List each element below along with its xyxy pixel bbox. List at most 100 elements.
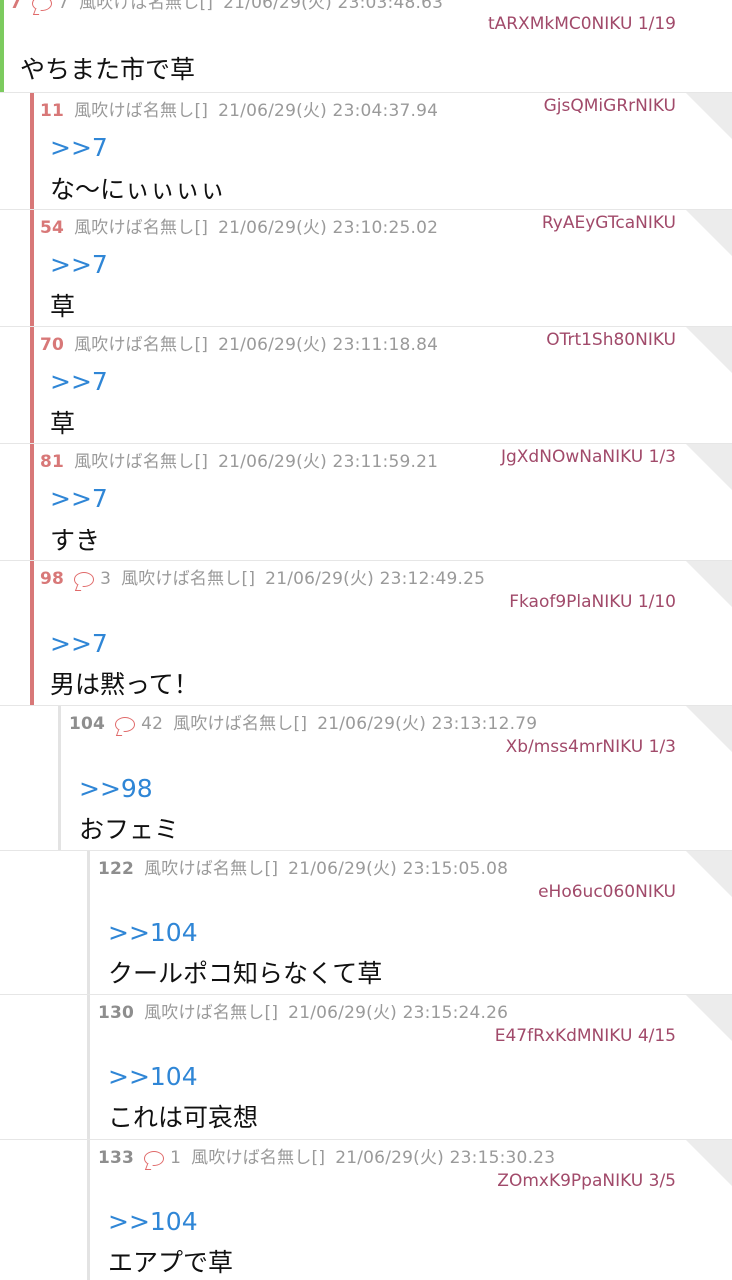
post-number[interactable]: 70 <box>40 335 64 355</box>
fold-corner <box>686 327 732 373</box>
reply-count[interactable]: 3 <box>100 569 111 589</box>
post-number[interactable]: 98 <box>40 569 64 589</box>
post-meta: 70 風吹けば名無し[] 21/06/29(火) 23:11:18.84 <box>40 330 438 355</box>
poster-name: 風吹けば名無し[] <box>144 859 279 879</box>
post-number[interactable]: 81 <box>40 452 64 472</box>
post-meta: 98 3 風吹けば名無し[] 21/06/29(火) 23:12:49.25 <box>40 564 485 589</box>
post-body: やちまた市で草 <box>20 55 196 84</box>
post-number[interactable]: 11 <box>40 101 64 121</box>
poster-name: 風吹けば名無し[] <box>74 218 209 238</box>
reply-bubble-icon[interactable] <box>74 572 95 587</box>
post-7[interactable]: 7 7 風吹けば名無し[] 21/06/29(火) 23:03:48.63 tARXM… <box>0 0 732 93</box>
post-body: 男は黙って！ <box>50 670 199 699</box>
post-body: な〜にぃぃぃぃ <box>50 175 226 204</box>
post-body: 草 <box>50 292 76 321</box>
poster-id[interactable]: JgXdNOwNaNIKU 1/3 <box>501 447 676 467</box>
post-number[interactable]: 7 <box>10 0 22 13</box>
post-date: 21/06/29(火) 23:04:37.94 <box>218 101 439 121</box>
post-meta: 11 風吹けば名無し[] 21/06/29(火) 23:04:37.94 <box>40 96 438 121</box>
reply-anchor-link[interactable]: >>7 <box>50 367 108 396</box>
poster-name: 風吹けば名無し[] <box>79 0 214 13</box>
post-date: 21/06/29(火) 23:15:24.26 <box>288 1003 509 1023</box>
post-meta: 7 7 風吹けば名無し[] 21/06/29(火) 23:03:48.63 <box>10 0 443 13</box>
fold-corner <box>686 444 732 490</box>
fold-corner <box>686 1140 732 1186</box>
post-54[interactable]: 54 風吹けば名無し[] 21/06/29(火) 23:10:25.02 RyAEy… <box>0 210 732 327</box>
poster-id[interactable]: tARXMkMC0NIKU 1/19 <box>488 14 676 34</box>
post-date: 21/06/29(火) 23:15:05.08 <box>288 859 509 879</box>
thread-view: 7 7 風吹けば名無し[] 21/06/29(火) 23:03:48.63 tARXM… <box>0 0 732 1280</box>
post-body: 草 <box>50 409 76 438</box>
reply-bubble-icon[interactable] <box>32 0 53 11</box>
reply-anchor-link[interactable]: >>104 <box>108 1062 198 1091</box>
poster-id[interactable]: E47fRxKdMNIKU 4/15 <box>495 1026 676 1046</box>
post-70[interactable]: 70 風吹けば名無し[] 21/06/29(火) 23:11:18.84 OTrt1… <box>0 327 732 444</box>
reply-bubble-icon[interactable] <box>115 717 136 732</box>
post-meta: 133 1 風吹けば名無し[] 21/06/29(火) 23:15:30.23 <box>98 1143 555 1168</box>
post-meta: 122 風吹けば名無し[] 21/06/29(火) 23:15:05.08 <box>98 854 508 879</box>
reply-anchor-link[interactable]: >>7 <box>50 629 108 658</box>
reply-anchor-link[interactable]: >>7 <box>50 133 108 162</box>
post-130[interactable]: 130 風吹けば名無し[] 21/06/29(火) 23:15:24.26 E47f… <box>0 995 732 1140</box>
fold-corner <box>686 851 732 897</box>
poster-id[interactable]: RyAEyGTcaNIKU <box>542 213 676 233</box>
poster-name: 風吹けば名無し[] <box>144 1003 279 1023</box>
poster-id[interactable]: GjsQMiGRrNIKU <box>544 96 676 116</box>
poster-id[interactable]: ZOmxK9PpaNIKU 3/5 <box>497 1171 676 1191</box>
reply-count[interactable]: 7 <box>58 0 69 13</box>
poster-id[interactable]: eHo6uc060NIKU <box>538 882 676 902</box>
post-number[interactable]: 122 <box>98 859 134 879</box>
reply-anchor-link[interactable]: >>98 <box>79 774 153 803</box>
fold-corner <box>686 706 732 752</box>
post-number[interactable]: 54 <box>40 218 64 238</box>
post-104[interactable]: 104 42 風吹けば名無し[] 21/06/29(火) 23:13:12.79 Xb… <box>0 706 732 851</box>
post-81[interactable]: 81 風吹けば名無し[] 21/06/29(火) 23:11:59.21 JgXdN… <box>0 444 732 561</box>
reply-count[interactable]: 1 <box>170 1148 181 1168</box>
post-body: おフェミ <box>79 815 180 844</box>
poster-name: 風吹けば名無し[] <box>173 714 308 734</box>
post-body: クールポコ知らなくて草 <box>108 959 383 988</box>
reply-count[interactable]: 42 <box>141 714 163 734</box>
poster-name: 風吹けば名無し[] <box>74 101 209 121</box>
post-meta: 81 風吹けば名無し[] 21/06/29(火) 23:11:59.21 <box>40 447 438 472</box>
poster-name: 風吹けば名無し[] <box>74 452 209 472</box>
post-date: 21/06/29(火) 23:03:48.63 <box>223 0 444 13</box>
poster-id[interactable]: Xb/mss4mrNIKU 1/3 <box>506 737 676 757</box>
reply-anchor-link[interactable]: >>7 <box>50 484 108 513</box>
post-body: エアプで草 <box>108 1248 234 1277</box>
post-98[interactable]: 98 3 風吹けば名無し[] 21/06/29(火) 23:12:49.25 Fkao… <box>0 561 732 706</box>
post-11[interactable]: 11 風吹けば名無し[] 21/06/29(火) 23:04:37.94 GjsQM… <box>0 93 732 210</box>
post-number[interactable]: 133 <box>98 1148 134 1168</box>
indent-bar <box>87 995 90 1139</box>
fold-corner <box>686 561 732 607</box>
fold-corner <box>686 210 732 256</box>
reply-anchor-link[interactable]: >>104 <box>108 1207 198 1236</box>
poster-id[interactable]: Fkaof9PlaNIKU 1/10 <box>509 592 676 612</box>
indent-bar <box>30 561 34 705</box>
reply-anchor-link[interactable]: >>104 <box>108 918 198 947</box>
indent-bar <box>30 210 34 326</box>
reply-bubble-icon[interactable] <box>144 1151 165 1166</box>
post-number[interactable]: 130 <box>98 1003 134 1023</box>
poster-name: 風吹けば名無し[] <box>191 1148 326 1168</box>
post-meta: 130 風吹けば名無し[] 21/06/29(火) 23:15:24.26 <box>98 998 508 1023</box>
indent-bar <box>87 1140 90 1280</box>
post-122[interactable]: 122 風吹けば名無し[] 21/06/29(火) 23:15:05.08 eHo6… <box>0 851 732 995</box>
poster-id[interactable]: OTrt1Sh80NIKU <box>546 330 676 350</box>
post-date: 21/06/29(火) 23:12:49.25 <box>265 569 486 589</box>
post-date: 21/06/29(火) 23:10:25.02 <box>218 218 439 238</box>
indent-bar <box>0 0 4 92</box>
poster-name: 風吹けば名無し[] <box>74 335 209 355</box>
post-date: 21/06/29(火) 23:11:18.84 <box>218 335 439 355</box>
reply-anchor-link[interactable]: >>7 <box>50 250 108 279</box>
post-body: すき <box>50 526 101 555</box>
post-133[interactable]: 133 1 風吹けば名無し[] 21/06/29(火) 23:15:30.23 ZOm… <box>0 1140 732 1280</box>
indent-bar <box>30 327 34 443</box>
fold-corner <box>686 995 732 1041</box>
post-body: これは可哀想 <box>108 1103 259 1132</box>
indent-bar <box>58 706 61 850</box>
indent-bar <box>30 444 34 560</box>
post-meta: 104 42 風吹けば名無し[] 21/06/29(火) 23:13:12.79 <box>69 709 537 734</box>
poster-name: 風吹けば名無し[] <box>121 569 256 589</box>
post-number[interactable]: 104 <box>69 714 105 734</box>
